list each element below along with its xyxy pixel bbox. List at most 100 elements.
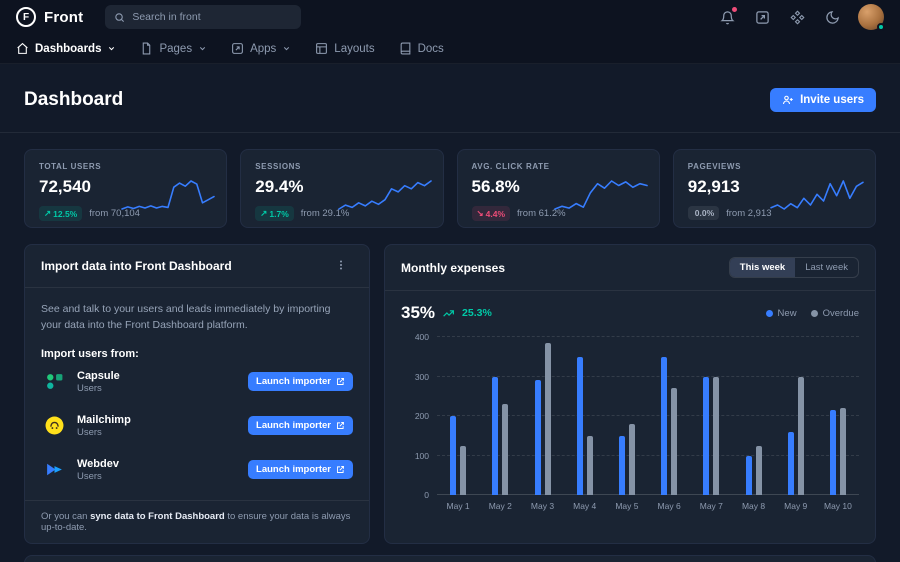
stat-label: PAGEVIEWS bbox=[688, 162, 861, 171]
bar-overdue bbox=[713, 377, 719, 496]
apps-button[interactable] bbox=[788, 8, 806, 26]
import-description: See and talk to your users and leads imm… bbox=[41, 302, 353, 334]
bar-group bbox=[564, 337, 606, 495]
layout-grid-icon bbox=[315, 42, 328, 55]
bar-new bbox=[788, 432, 794, 495]
search-box[interactable] bbox=[105, 5, 301, 29]
external-link-square-icon bbox=[755, 10, 770, 25]
import-item-type: Users bbox=[77, 471, 119, 482]
external-link-icon bbox=[336, 377, 345, 386]
bar-new bbox=[492, 377, 498, 496]
y-tick-label: 200 bbox=[401, 411, 429, 421]
nav-label: Dashboards bbox=[35, 43, 101, 55]
search-input[interactable] bbox=[132, 11, 282, 23]
bell-icon bbox=[720, 10, 735, 25]
bar-overdue bbox=[545, 343, 551, 495]
tab-this-week[interactable]: This week bbox=[730, 258, 795, 277]
stat-label: TOTAL USERS bbox=[39, 162, 212, 171]
nav-pages[interactable]: Pages bbox=[140, 42, 207, 55]
trend-badge: ↗12.5% bbox=[39, 206, 82, 221]
notifications-button[interactable] bbox=[718, 8, 736, 26]
expenses-card-title: Monthly expenses bbox=[401, 261, 505, 275]
expenses-chart: 0100200300400 May 1May 2May 3May 4May 5M… bbox=[401, 337, 859, 511]
main-nav: Dashboards Pages Apps Layouts Docs bbox=[0, 34, 900, 64]
trend-change: 4.4% bbox=[486, 209, 505, 219]
bar-new bbox=[577, 357, 583, 495]
more-options-button[interactable] bbox=[329, 257, 353, 275]
y-tick-label: 400 bbox=[401, 332, 429, 342]
nav-label: Layouts bbox=[334, 43, 374, 55]
x-tick-label: May 10 bbox=[817, 501, 859, 511]
tab-last-week[interactable]: Last week bbox=[795, 258, 858, 277]
import-item-text: Webdev Users bbox=[77, 457, 119, 482]
bar-overdue bbox=[756, 446, 762, 495]
trend-change: 1.7% bbox=[269, 209, 288, 219]
nav-docs[interactable]: Docs bbox=[399, 42, 444, 55]
sparkline-chart bbox=[122, 178, 214, 212]
bar-overdue bbox=[629, 424, 635, 495]
stat-card-pageviews: PAGEVIEWS 92,913 0.0% from 2,913 bbox=[673, 149, 876, 228]
launch-importer-mailchimp-button[interactable]: Launch importer bbox=[248, 416, 353, 435]
bar-group bbox=[648, 337, 690, 495]
expenses-plot: 0100200300400 bbox=[437, 337, 859, 495]
launch-importer-capsule-button[interactable]: Launch importer bbox=[248, 372, 353, 391]
stat-from: from 2,913 bbox=[726, 208, 771, 219]
expenses-card-header: Monthly expenses This week Last week bbox=[385, 245, 875, 291]
launch-importer-label: Launch importer bbox=[256, 376, 331, 387]
import-card: Import data into Front Dashboard See and… bbox=[24, 244, 370, 544]
nav-label: Pages bbox=[159, 43, 192, 55]
sync-data-link[interactable]: sync data to Front Dashboard bbox=[90, 511, 225, 522]
bar-group bbox=[732, 337, 774, 495]
bar-new bbox=[619, 436, 625, 495]
list-item-webdev: Webdev Users Launch importer bbox=[41, 448, 353, 492]
monthly-expenses-card: Monthly expenses This week Last week 35%… bbox=[384, 244, 876, 544]
chevron-down-icon bbox=[198, 44, 207, 53]
shortcuts-button[interactable] bbox=[753, 8, 771, 26]
legend-dot-overdue bbox=[811, 310, 818, 317]
legend-item-new: New bbox=[766, 308, 797, 319]
topbar: F Front bbox=[0, 0, 900, 34]
x-tick-label: May 9 bbox=[775, 501, 817, 511]
expenses-headline-change: 25.3% bbox=[462, 307, 492, 319]
import-item-type: Users bbox=[77, 383, 120, 394]
file-icon bbox=[140, 42, 153, 55]
online-status-dot bbox=[877, 23, 885, 31]
list-item-capsule: Capsule Users Launch importer bbox=[41, 360, 353, 404]
notification-dot bbox=[732, 7, 737, 12]
invite-users-label: Invite users bbox=[800, 94, 864, 106]
nav-layouts[interactable]: Layouts bbox=[315, 42, 374, 55]
webdev-logo-icon bbox=[41, 457, 67, 483]
account-menu-button[interactable] bbox=[858, 4, 884, 30]
content-row: Import data into Front Dashboard See and… bbox=[24, 244, 876, 529]
theme-toggle-button[interactable] bbox=[823, 8, 841, 26]
invite-users-button[interactable]: Invite users bbox=[770, 88, 876, 112]
legend-label: New bbox=[778, 308, 797, 319]
chevron-down-icon bbox=[282, 44, 291, 53]
bar-overdue bbox=[502, 404, 508, 495]
brand[interactable]: F Front bbox=[16, 7, 83, 27]
bar-overdue bbox=[587, 436, 593, 495]
x-tick-label: May 1 bbox=[437, 501, 479, 511]
sparkline-chart bbox=[339, 178, 431, 212]
bar-group bbox=[606, 337, 648, 495]
launch-importer-webdev-button[interactable]: Launch importer bbox=[248, 460, 353, 479]
list-item-mailchimp: Mailchimp Users Launch importer bbox=[41, 404, 353, 448]
nav-apps[interactable]: Apps bbox=[231, 42, 291, 55]
bar-new bbox=[746, 456, 752, 496]
trend-badge: 0.0% bbox=[688, 206, 719, 220]
import-subtitle: Import users from: bbox=[41, 348, 353, 360]
trend-badge: ↗1.7% bbox=[255, 206, 294, 221]
sparkline-chart bbox=[771, 178, 863, 212]
trend-up-icon: ↗ bbox=[260, 208, 267, 219]
launch-box-icon bbox=[231, 42, 244, 55]
bar-group bbox=[690, 337, 732, 495]
sparkline-chart bbox=[555, 178, 647, 212]
expenses-card-body: 35% 25.3% New Overdue 0100200300400 May … bbox=[385, 291, 875, 523]
bar-group bbox=[817, 337, 859, 495]
nav-dashboards[interactable]: Dashboards bbox=[16, 42, 116, 55]
stat-card-click-rate: AVG. CLICK RATE 56.8% ↘4.4% from 61.2% bbox=[457, 149, 660, 228]
launch-importer-label: Launch importer bbox=[256, 420, 331, 431]
expenses-x-labels: May 1May 2May 3May 4May 5May 6May 7May 8… bbox=[437, 501, 859, 511]
import-item-name: Webdev bbox=[77, 457, 119, 471]
chevron-down-icon bbox=[107, 44, 116, 53]
